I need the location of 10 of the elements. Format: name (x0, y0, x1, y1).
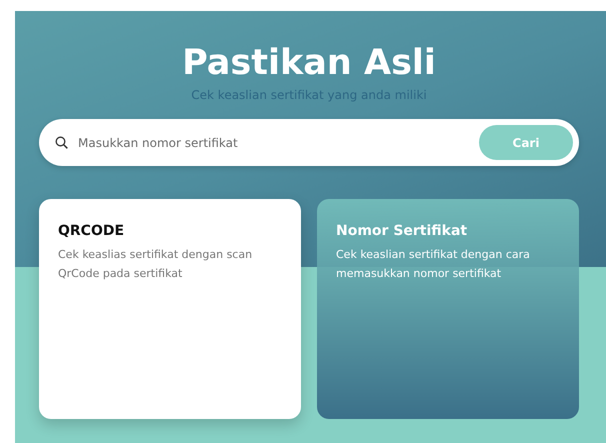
page-title: Pastikan Asli (181, 42, 437, 84)
card-title: QRCODE (58, 222, 126, 241)
card-title: Nomor Sertifikat (336, 222, 468, 241)
card-description: Cek keaslian sertifikat dengan cara memasukkan nomor sertifikat (336, 247, 531, 282)
card-description: Cek keaslias sertifikat dengan scan QrCode pada sertifikat (58, 247, 254, 282)
option-card[interactable]: Nomor Sertifikat Cek keaslian sertifikat dengan cara memasukkan nomor sertifikat (317, 199, 579, 419)
search-button[interactable]: Cari (479, 125, 573, 160)
search-field[interactable]: Masukkan nomor sertifikat Cari (39, 119, 579, 166)
option-card[interactable]: QRCODE Cek keaslias sertifikat dengan scan QrCode pada sertifikat (39, 199, 301, 419)
search-icon (55, 136, 68, 149)
